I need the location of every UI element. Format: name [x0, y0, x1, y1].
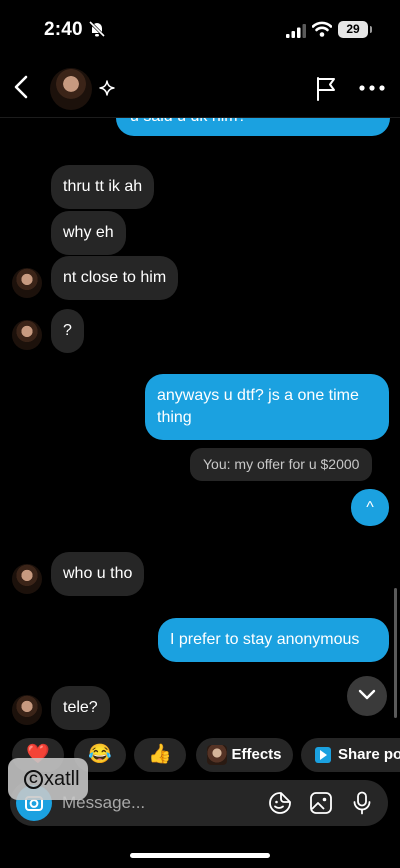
message-bubble-outgoing[interactable]: u said u dk him?: [116, 118, 390, 136]
microphone-icon[interactable]: [350, 791, 374, 815]
message-bubble-incoming[interactable]: tele?: [51, 686, 110, 730]
contact-avatar[interactable]: [50, 68, 92, 110]
status-time: 2:40: [44, 19, 83, 40]
bell-off-icon: [88, 20, 106, 38]
share-label: Share po: [338, 746, 400, 763]
share-post-button[interactable]: Share po: [301, 738, 400, 772]
sender-avatar[interactable]: [12, 564, 42, 594]
copyright-icon: C: [24, 770, 43, 789]
sticker-icon[interactable]: [268, 791, 292, 815]
message-bubble-outgoing[interactable]: I prefer to stay anonymous: [158, 618, 389, 662]
scroll-to-bottom-button[interactable]: [347, 676, 387, 716]
offer-reply-preview[interactable]: You: my offer for u $2000: [190, 448, 373, 481]
cell-signal-icon: [286, 24, 306, 38]
message-bubble-incoming[interactable]: ?: [51, 309, 84, 353]
effects-label: Effects: [231, 746, 282, 763]
message-bubble-incoming[interactable]: why eh: [51, 211, 126, 255]
effects-button[interactable]: Effects: [196, 738, 293, 772]
message-thread[interactable]: u said u dk him? thru tt ik ah why eh nt…: [0, 118, 400, 738]
message-bubble-incoming[interactable]: nt close to him: [51, 256, 179, 300]
message-bubble-incoming[interactable]: who u tho: [51, 552, 145, 596]
watermark: Cxatll: [8, 758, 88, 800]
chat-header: [0, 60, 400, 118]
flag-icon[interactable]: [314, 75, 338, 101]
scrollbar[interactable]: [394, 588, 397, 718]
more-options-icon[interactable]: [358, 84, 386, 92]
battery-indicator: 29: [338, 21, 372, 38]
chevron-down-icon: [358, 689, 376, 700]
sender-avatar[interactable]: [12, 268, 42, 298]
message-bubble-outgoing[interactable]: anyways u dtf? js a one time thing: [145, 374, 389, 440]
effects-thumbnail-icon: [207, 745, 228, 766]
status-bar: 2:40 29: [0, 0, 400, 60]
laughing-emoji-icon: 😂: [88, 744, 112, 765]
sender-avatar[interactable]: [12, 695, 42, 725]
watermark-text: xatll: [44, 768, 80, 790]
thumbs-up-reaction-button[interactable]: 👍: [134, 738, 186, 772]
thumbs-up-emoji-icon: 👍: [148, 744, 172, 765]
share-play-icon: [315, 747, 331, 764]
wifi-icon: [312, 21, 332, 37]
sparkle-icon[interactable]: [99, 80, 115, 96]
gallery-icon[interactable]: [309, 791, 333, 815]
back-arrow-icon[interactable]: [10, 74, 34, 100]
home-indicator[interactable]: [130, 853, 270, 858]
message-bubble-incoming[interactable]: thru tt ik ah: [51, 165, 155, 209]
message-bubble-outgoing[interactable]: ^: [351, 489, 389, 526]
sender-avatar[interactable]: [12, 320, 42, 350]
